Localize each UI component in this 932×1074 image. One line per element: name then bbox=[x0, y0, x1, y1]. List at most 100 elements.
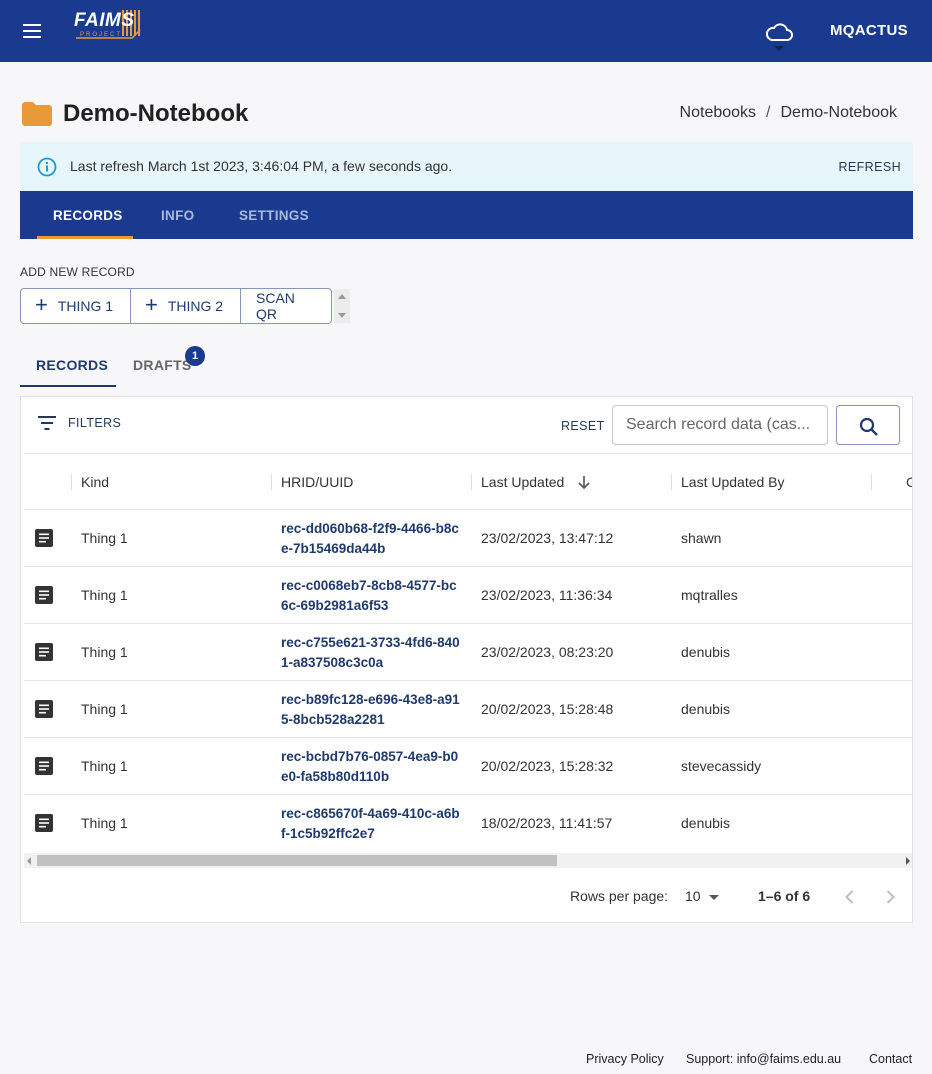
cell-kind: Thing 1 bbox=[81, 644, 128, 660]
cell-last-updated-by: stevecassidy bbox=[681, 758, 762, 774]
app-bar: FAIMS PROJECT MQACTUS bbox=[0, 0, 932, 62]
records-table-card: FILTERS RESET Kind HRID/UUID Last Update… bbox=[20, 396, 913, 923]
cell-last-updated-by: mqtralles bbox=[681, 587, 738, 603]
column-separator[interactable] bbox=[871, 474, 872, 490]
support-link[interactable]: Support: info@faims.edu.au bbox=[686, 1052, 841, 1066]
next-page-icon[interactable] bbox=[880, 887, 900, 907]
column-separator[interactable] bbox=[271, 474, 272, 490]
cell-kind: Thing 1 bbox=[81, 701, 128, 717]
page-title: Demo-Notebook bbox=[63, 100, 249, 127]
scroll-right-icon[interactable] bbox=[906, 857, 910, 865]
tab-records[interactable]: RECORDS bbox=[53, 208, 123, 223]
plus-icon: + bbox=[35, 292, 48, 317]
search-input[interactable] bbox=[612, 405, 828, 445]
dropdown-caret-icon[interactable] bbox=[709, 895, 719, 900]
rows-per-page-select[interactable]: 10 bbox=[685, 888, 701, 904]
table-row[interactable]: Thing 1 rec-c755e621-3733-4fd6-8401-a837… bbox=[24, 624, 912, 681]
logo-subtext: PROJECT bbox=[80, 32, 123, 38]
cell-kind: Thing 1 bbox=[81, 530, 128, 546]
column-header-kind[interactable]: Kind bbox=[81, 474, 109, 490]
info-icon bbox=[37, 157, 57, 177]
cell-last-updated: 18/02/2023, 11:41:57 bbox=[481, 815, 613, 831]
column-separator[interactable] bbox=[71, 474, 72, 490]
subtab-indicator bbox=[20, 385, 116, 387]
cell-last-updated-by: shawn bbox=[681, 530, 722, 546]
table-row[interactable]: Thing 1 rec-c865670f-4a69-410c-a6bf-1c5b… bbox=[24, 795, 912, 852]
menu-icon[interactable] bbox=[20, 20, 44, 42]
search-icon bbox=[859, 417, 878, 436]
tab-settings[interactable]: SETTINGS bbox=[239, 208, 309, 223]
cell-hrid-link[interactable]: rec-c865670f-4a69-410c-a6bf-1c5b92ffc2e7 bbox=[281, 804, 461, 844]
cell-hrid-link[interactable]: rec-b89fc128-e696-43e8-a915-8bcb528a2281 bbox=[281, 690, 461, 730]
breadcrumb-separator: / bbox=[766, 104, 771, 121]
add-thing-2-button[interactable]: + THING 2 bbox=[130, 288, 241, 324]
pagination-range: 1–6 of 6 bbox=[758, 888, 811, 904]
table-header: Kind HRID/UUID Last Updated Last Updated… bbox=[24, 453, 912, 510]
record-document-icon[interactable] bbox=[35, 529, 53, 547]
filters-button[interactable]: FILTERS bbox=[38, 416, 121, 430]
column-separator[interactable] bbox=[471, 474, 472, 490]
horizontal-scrollbar[interactable] bbox=[24, 853, 912, 868]
cell-last-updated: 20/02/2023, 15:28:32 bbox=[481, 758, 614, 774]
cell-last-updated-by: denubis bbox=[681, 815, 731, 831]
column-separator[interactable] bbox=[671, 474, 672, 490]
record-document-icon[interactable] bbox=[35, 700, 53, 718]
scan-qr-button[interactable]: SCAN QR bbox=[240, 288, 332, 324]
add-record-button-group: + THING 1 + THING 2 SCAN QR bbox=[20, 288, 332, 324]
subtab-drafts[interactable]: DRAFTS bbox=[133, 357, 192, 373]
rows-per-page-label: Rows per page: bbox=[570, 888, 669, 904]
contact-link[interactable]: Contact bbox=[869, 1052, 912, 1066]
cell-hrid-link[interactable]: rec-c755e621-3733-4fd6-8401-a837508c3c0a bbox=[281, 633, 461, 673]
cell-last-updated-by: denubis bbox=[681, 644, 731, 660]
scroll-down-icon[interactable] bbox=[338, 313, 346, 318]
table-row[interactable]: Thing 1 rec-dd060b68-f2f9-4466-b8ce-7b15… bbox=[24, 510, 912, 567]
record-document-icon[interactable] bbox=[35, 814, 53, 832]
scroll-up-icon[interactable] bbox=[338, 294, 346, 299]
filters-label: FILTERS bbox=[68, 416, 122, 430]
scrollbar-thumb[interactable] bbox=[37, 855, 557, 866]
column-header-last-updated-by[interactable]: Last Updated By bbox=[681, 474, 785, 490]
button-group-scrollbar[interactable] bbox=[334, 289, 350, 323]
record-document-icon[interactable] bbox=[35, 586, 53, 604]
table-row[interactable]: Thing 1 rec-b89fc128-e696-43e8-a915-8bcb… bbox=[24, 681, 912, 738]
record-document-icon[interactable] bbox=[35, 643, 53, 661]
cell-hrid-link[interactable]: rec-c0068eb7-8cb8-4577-bc6c-69b2981a6f53 bbox=[281, 576, 461, 616]
cell-last-updated: 23/02/2023, 08:23:20 bbox=[481, 644, 614, 660]
active-tab-indicator bbox=[37, 236, 133, 239]
reset-button[interactable]: RESET bbox=[561, 419, 605, 433]
add-thing-2-label: THING 2 bbox=[167, 298, 224, 314]
previous-page-icon[interactable] bbox=[840, 887, 860, 907]
cell-hrid-link[interactable]: rec-bcbd7b76-0857-4ea9-b0e0-fa58b80d110b bbox=[281, 747, 461, 787]
plus-icon: + bbox=[145, 292, 158, 317]
drafts-count-badge: 1 bbox=[185, 346, 205, 366]
sort-descending-icon[interactable] bbox=[577, 474, 591, 490]
cell-hrid-link[interactable]: rec-dd060b68-f2f9-4466-b8ce-7b15469da44b bbox=[281, 519, 461, 559]
cell-last-updated-by: denubis bbox=[681, 701, 731, 717]
alert-message: Last refresh March 1st 2023, 3:46:04 PM,… bbox=[70, 158, 453, 174]
add-thing-1-button[interactable]: + THING 1 bbox=[20, 288, 131, 324]
breadcrumb-notebooks[interactable]: Notebooks bbox=[680, 104, 757, 122]
column-header-partial[interactable]: C bbox=[906, 474, 912, 490]
column-header-last-updated[interactable]: Last Updated bbox=[481, 474, 564, 490]
column-header-hrid[interactable]: HRID/UUID bbox=[281, 474, 353, 490]
scroll-left-icon[interactable] bbox=[27, 857, 31, 865]
table-row[interactable]: Thing 1 rec-bcbd7b76-0857-4ea9-b0e0-fa58… bbox=[24, 738, 912, 795]
privacy-policy-link[interactable]: Privacy Policy bbox=[586, 1052, 664, 1066]
subtab-records[interactable]: RECORDS bbox=[36, 357, 108, 373]
breadcrumb-current: Demo-Notebook bbox=[780, 104, 898, 121]
notebook-tabs: RECORDS INFO SETTINGS bbox=[20, 191, 913, 239]
record-document-icon[interactable] bbox=[35, 757, 53, 775]
add-record-label: ADD NEW RECORD bbox=[20, 265, 135, 279]
tab-info[interactable]: INFO bbox=[161, 208, 194, 223]
table-row[interactable]: Thing 1 rec-c0068eb7-8cb8-4577-bc6c-69b2… bbox=[24, 567, 912, 624]
add-thing-1-label: THING 1 bbox=[57, 298, 114, 314]
logo-text: FAIMS bbox=[74, 10, 135, 31]
search-button[interactable] bbox=[836, 405, 900, 445]
refresh-alert: Last refresh March 1st 2023, 3:46:04 PM,… bbox=[20, 142, 913, 191]
user-menu[interactable]: MQACTUS bbox=[830, 22, 908, 39]
breadcrumb: Notebooks / Demo-Notebook bbox=[680, 104, 897, 122]
cell-kind: Thing 1 bbox=[81, 587, 128, 603]
refresh-button[interactable]: REFRESH bbox=[838, 160, 901, 174]
cloud-sync-icon[interactable] bbox=[764, 18, 794, 52]
folder-icon bbox=[22, 102, 52, 126]
